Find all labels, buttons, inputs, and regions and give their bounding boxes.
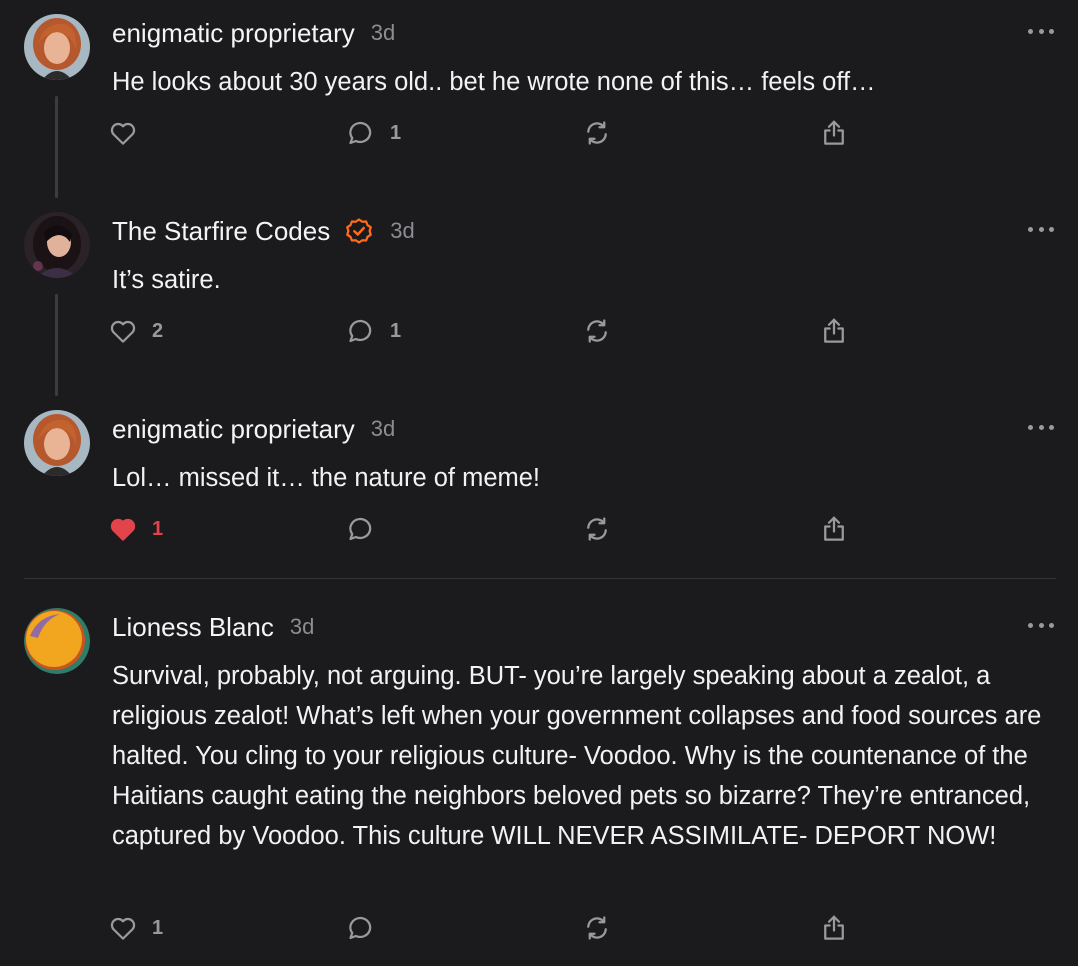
like-button[interactable]: 1 (108, 511, 163, 547)
comment-actions: 2 1 (108, 313, 868, 349)
comment-text: He looks about 30 years old.. bet he wro… (112, 68, 876, 96)
comment: enigmatic proprietary 3d He looks about … (0, 14, 1078, 198)
restack-icon (587, 517, 607, 541)
author-name[interactable]: Lioness Blanc (112, 612, 274, 643)
author-name[interactable]: enigmatic proprietary (112, 18, 355, 49)
verified-badge-icon (344, 216, 374, 246)
comment-actions: 1 (108, 115, 868, 151)
like-button[interactable]: 1 (108, 910, 163, 946)
more-options-icon[interactable] (1028, 620, 1054, 630)
timestamp[interactable]: 3d (290, 614, 314, 640)
comment-icon (349, 319, 372, 343)
like-button[interactable] (108, 115, 138, 151)
avatar[interactable] (24, 608, 90, 674)
comment-header: The Starfire Codes 3d (112, 214, 415, 248)
like-count: 2 (152, 319, 164, 342)
comment-text: Survival, probably, not arguing. BUT- yo… (112, 662, 1042, 850)
thread-line (55, 96, 58, 198)
avatar[interactable] (24, 212, 90, 278)
more-options-icon[interactable] (1028, 422, 1054, 432)
thread-line (55, 294, 58, 396)
reply-button[interactable] (346, 511, 376, 547)
avatar[interactable] (24, 410, 90, 476)
comment-header: enigmatic proprietary 3d (112, 16, 395, 50)
share-icon (824, 915, 844, 940)
timestamp[interactable]: 3d (371, 416, 395, 442)
share-button[interactable] (819, 511, 849, 547)
reply-count: 1 (390, 319, 402, 342)
like-count: 1 (152, 517, 164, 540)
like-button[interactable]: 2 (108, 313, 163, 349)
author-name[interactable]: enigmatic proprietary (112, 414, 355, 445)
restack-icon (587, 319, 607, 343)
comment-actions: 1 (108, 910, 868, 946)
heart-icon (110, 917, 136, 940)
heart-filled-icon (110, 518, 136, 541)
comment-icon (349, 121, 372, 145)
share-button[interactable] (819, 910, 849, 946)
comment: Lioness Blanc 3d Survival, probably, not… (0, 608, 1078, 958)
more-options-icon[interactable] (1028, 224, 1054, 234)
share-button[interactable] (819, 115, 849, 151)
comment: The Starfire Codes 3d It’s satire. 2 1 (0, 212, 1078, 396)
comment-actions: 1 (108, 511, 868, 547)
restack-button[interactable] (582, 511, 612, 547)
heart-icon (110, 122, 136, 145)
reply-count: 1 (390, 121, 402, 144)
divider (24, 578, 1056, 579)
comment-icon (349, 517, 372, 541)
share-icon (824, 516, 844, 541)
like-count: 1 (152, 916, 164, 939)
reply-button[interactable] (346, 910, 376, 946)
reply-button[interactable]: 1 (346, 313, 401, 349)
restack-icon (587, 121, 607, 145)
comment: enigmatic proprietary 3d Lol… missed it…… (0, 410, 1078, 560)
more-options-icon[interactable] (1028, 26, 1054, 36)
restack-button[interactable] (582, 115, 612, 151)
comment-icon (349, 916, 372, 940)
comment-text: It’s satire. (112, 266, 221, 294)
comment-text: Lol… missed it… the nature of meme! (112, 464, 541, 492)
restack-icon (587, 916, 607, 940)
restack-button[interactable] (582, 313, 612, 349)
restack-button[interactable] (582, 910, 612, 946)
share-button[interactable] (819, 313, 849, 349)
heart-icon (110, 320, 136, 343)
timestamp[interactable]: 3d (390, 218, 414, 244)
timestamp[interactable]: 3d (371, 20, 395, 46)
avatar[interactable] (24, 14, 90, 80)
share-icon (824, 120, 844, 145)
reply-button[interactable]: 1 (346, 115, 401, 151)
comment-header: Lioness Blanc 3d (112, 610, 314, 644)
comment-header: enigmatic proprietary 3d (112, 412, 395, 446)
share-icon (824, 318, 844, 343)
author-name[interactable]: The Starfire Codes (112, 216, 330, 247)
